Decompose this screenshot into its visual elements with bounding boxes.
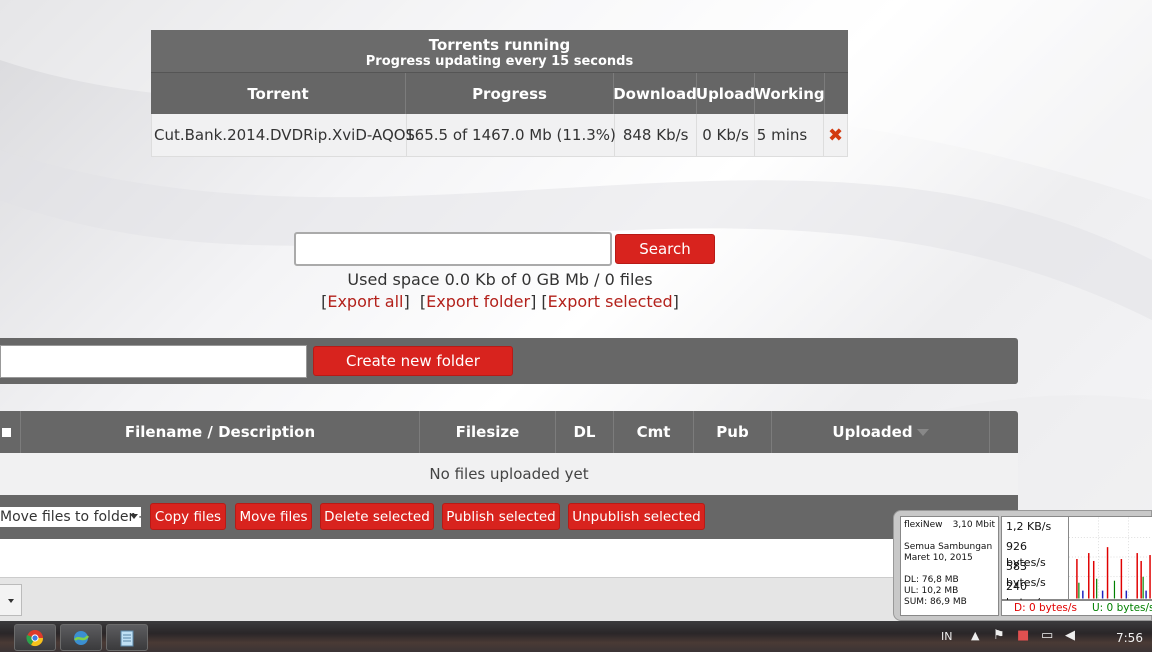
torrents-title: Torrents running bbox=[428, 36, 571, 54]
close-icon: ✖ bbox=[828, 124, 844, 146]
move-to-folder-select[interactable]: Move files to folder - bbox=[0, 507, 141, 527]
delete-selected-button[interactable]: Delete selected bbox=[320, 503, 434, 530]
used-space-text: Used space 0.0 Kb of 0 GB Mb / 0 files bbox=[347, 270, 653, 289]
rate-label: 926 bytes/s bbox=[1006, 540, 1046, 569]
move-files-button[interactable]: Move files bbox=[235, 503, 312, 530]
notepad-taskbar-button[interactable] bbox=[106, 624, 148, 651]
column-cmt[interactable]: Cmt bbox=[614, 411, 694, 453]
sort-desc-icon bbox=[916, 428, 929, 436]
create-new-folder-button[interactable]: Create new folder bbox=[313, 346, 513, 376]
chevron-down-icon bbox=[130, 514, 138, 519]
widget-connection: Semua Sambungan bbox=[904, 542, 993, 552]
column-progress: Progress bbox=[406, 73, 614, 114]
widget-date: Maret 10, 2015 bbox=[904, 553, 973, 563]
chevron-down-icon bbox=[8, 599, 14, 603]
empty-files-message: No files uploaded yet bbox=[0, 453, 1018, 495]
network-monitor-widget: flexiNew 3,10 Mbit Semua Sambungan Maret… bbox=[893, 510, 1152, 621]
unpublish-selected-button[interactable]: Unpublish selected bbox=[568, 503, 705, 530]
widget-speed: 3,10 Mbit bbox=[952, 520, 995, 530]
taskbar: IN ▲ ⚑ ■ ▭ ◀ 7:56 bbox=[0, 621, 1152, 652]
widget-sum-total: SUM: 86,9 MB bbox=[904, 597, 967, 607]
column-uploaded[interactable]: Uploaded bbox=[772, 411, 990, 453]
copy-files-button[interactable]: Copy files bbox=[150, 503, 226, 530]
download-rate: D: 0 bytes/s bbox=[1014, 602, 1077, 614]
column-download: Download bbox=[613, 73, 697, 114]
column-filesize[interactable]: Filesize bbox=[420, 411, 556, 453]
clock[interactable]: 7:56 bbox=[1116, 631, 1143, 645]
chrome-icon bbox=[26, 629, 44, 646]
files-table-header: Filename / Description Filesize DL Cmt P… bbox=[0, 411, 1018, 453]
column-working: Working bbox=[754, 73, 825, 114]
network-tray-icon[interactable]: ▭ bbox=[1041, 628, 1053, 643]
folder-name-input[interactable] bbox=[0, 345, 307, 378]
column-spacer bbox=[990, 411, 1018, 453]
torrent-download-rate: 848 Kb/s bbox=[615, 114, 698, 156]
torrent-working-time: 5 mins bbox=[755, 114, 825, 156]
torrents-subtitle: Progress updating every 15 seconds bbox=[365, 54, 634, 69]
column-filename[interactable]: Filename / Description bbox=[21, 411, 420, 453]
widget-ul-total: UL: 10,2 MB bbox=[904, 586, 959, 596]
show-hidden-icons-icon[interactable]: ▲ bbox=[971, 629, 979, 642]
language-indicator[interactable]: IN bbox=[941, 630, 952, 643]
column-pub[interactable]: Pub bbox=[694, 411, 772, 453]
torrents-column-headers: Torrent Progress Download Upload Working bbox=[151, 73, 848, 114]
select-all-checkbox[interactable] bbox=[0, 411, 21, 453]
publish-selected-button[interactable]: Publish selected bbox=[442, 503, 560, 530]
column-dl[interactable]: DL bbox=[556, 411, 614, 453]
column-actions bbox=[825, 73, 848, 114]
search-input[interactable] bbox=[294, 232, 612, 266]
torrents-running-panel: Torrents running Progress updating every… bbox=[151, 30, 848, 157]
column-upload: Upload bbox=[696, 73, 755, 114]
network-app-taskbar-button[interactable] bbox=[60, 624, 102, 651]
torrent-row: Cut.Bank.2014.DVDRip.XviD-AQOS 165.5 of … bbox=[151, 114, 848, 157]
export-selected-link[interactable]: Export selected bbox=[548, 292, 673, 311]
export-links: [Export all] [Export folder] [Export sel… bbox=[321, 292, 679, 311]
flag-icon[interactable]: ⚑ bbox=[993, 628, 1005, 643]
volume-icon[interactable]: ◀ bbox=[1065, 628, 1075, 643]
remove-torrent-button[interactable]: ✖ bbox=[824, 114, 847, 156]
column-torrent: Torrent bbox=[151, 73, 406, 114]
content-footer bbox=[0, 539, 1018, 577]
torrent-upload-rate: 0 Kb/s bbox=[697, 114, 755, 156]
notepad-icon bbox=[120, 630, 134, 646]
search-button[interactable]: Search bbox=[615, 234, 715, 264]
network-app-icon bbox=[74, 630, 90, 645]
column-uploaded-label: Uploaded bbox=[832, 423, 913, 441]
rate-scale: 1,2 KB/s 926 bytes/s 583 bytes/s 240 byt… bbox=[1006, 519, 1068, 609]
folder-bar: Create new folder bbox=[0, 338, 1018, 384]
network-stats-panel: flexiNew 3,10 Mbit Semua Sambungan Maret… bbox=[900, 516, 999, 616]
widget-dl-total: DL: 76,8 MB bbox=[904, 575, 959, 585]
move-select-value: Move files to folder - bbox=[0, 509, 141, 525]
torrent-progress: 165.5 of 1467.0 Mb (11.3%) bbox=[405, 114, 616, 156]
file-actions-bar: Move files to folder - Copy files Move f… bbox=[0, 495, 1018, 539]
network-graph-panel: 1,2 KB/s 926 bytes/s 583 bytes/s 240 byt… bbox=[1001, 516, 1152, 609]
device-icon[interactable]: ■ bbox=[1017, 628, 1029, 643]
dropdown-toggle[interactable] bbox=[0, 584, 22, 616]
torrent-name: Cut.Bank.2014.DVDRip.XviD-AQOS bbox=[152, 114, 415, 156]
widget-title: flexiNew bbox=[904, 520, 943, 530]
export-folder-link[interactable]: Export folder bbox=[426, 292, 530, 311]
export-all-link[interactable]: Export all bbox=[327, 292, 403, 311]
torrents-header: Torrents running Progress updating every… bbox=[151, 30, 848, 73]
current-rates: D: 0 bytes/s U: 0 bytes/s bbox=[1001, 600, 1152, 616]
network-traffic-graph bbox=[1068, 517, 1152, 599]
upload-rate: U: 0 bytes/s bbox=[1092, 602, 1152, 614]
rate-label: 1,2 KB/s bbox=[1006, 520, 1052, 533]
chrome-taskbar-button[interactable] bbox=[14, 624, 56, 651]
